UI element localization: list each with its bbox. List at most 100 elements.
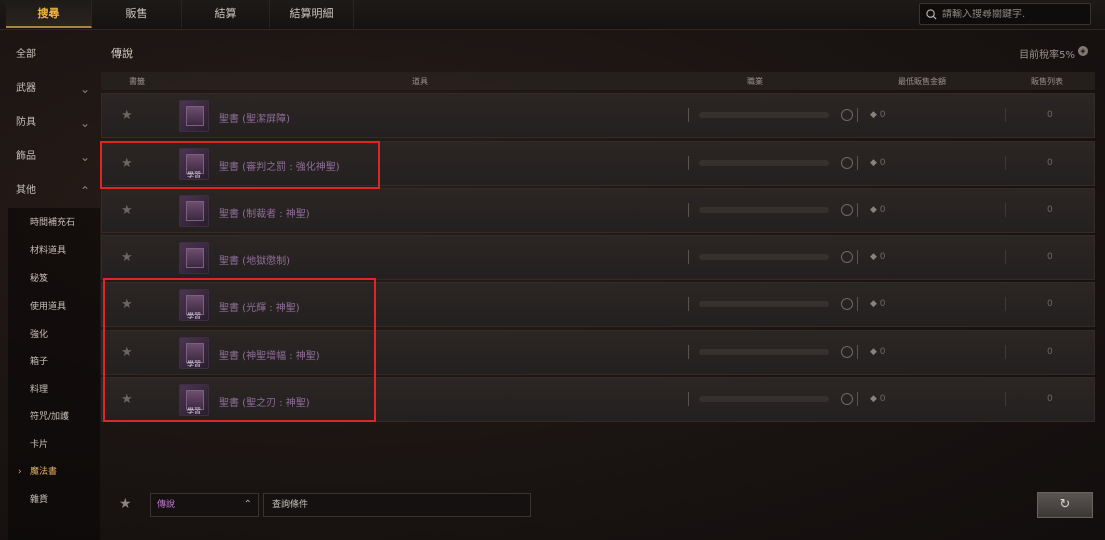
highlight-box: [100, 141, 380, 189]
divider: [1005, 203, 1006, 217]
job-placeholder: [699, 301, 829, 307]
item-name: 聖書 (地獄懲制): [219, 256, 290, 267]
sidebar-item-others[interactable]: 其他 ⌃: [0, 176, 100, 206]
listing-count: 0: [1047, 252, 1053, 262]
spellbook-icon: [179, 100, 209, 132]
divider: [1005, 345, 1006, 359]
price-value: 0: [879, 158, 886, 168]
divider: [1005, 392, 1006, 406]
tab-sell[interactable]: 販售: [92, 0, 182, 28]
search-box[interactable]: [919, 3, 1091, 25]
class-icon: [841, 251, 853, 263]
chevron-down-icon: ⌄: [79, 82, 90, 96]
table-row[interactable]: ★ 聖書 (聖潔屏障) ◆ 00: [101, 93, 1095, 138]
diamond-icon: ◆: [870, 158, 880, 168]
sidebar-subitem[interactable]: 時間補充石: [8, 212, 100, 234]
job-placeholder: [699, 160, 829, 166]
chevron-up-icon: ⌃: [79, 184, 90, 198]
min-price: ◆ 0: [870, 394, 886, 404]
min-price: ◆ 0: [870, 252, 886, 262]
star-icon[interactable]: ★: [121, 108, 133, 123]
diamond-icon: ◆: [870, 110, 880, 120]
sidebar-subitem[interactable]: 雜貨: [8, 489, 100, 511]
star-icon[interactable]: ★: [119, 496, 132, 512]
min-price: ◆ 0: [870, 347, 886, 357]
diamond-icon: ◆: [870, 252, 880, 262]
sidebar-subitem[interactable]: 箱子: [8, 351, 100, 373]
job-cell: [688, 108, 858, 122]
table-row[interactable]: ★ 聖書 (制裁者 : 神聖) ◆ 00: [101, 188, 1095, 233]
price-value: 0: [879, 205, 886, 215]
divider: [1005, 108, 1006, 122]
class-icon: [841, 346, 853, 358]
book-icon: [186, 106, 204, 126]
column-header-job: 職業: [747, 77, 763, 86]
top-bar: 搜尋 販售 結算 結算明細: [0, 0, 1105, 30]
search-input[interactable]: [942, 8, 1082, 20]
grade-select-value: 傳說: [157, 500, 176, 510]
tab-search[interactable]: 搜尋: [6, 0, 92, 28]
table-row[interactable]: ★ 聖書 (地獄懲制) ◆ 0 0: [101, 235, 1095, 280]
tax-rate: 目前稅率5%: [1019, 50, 1075, 61]
listing-count: 0: [1047, 205, 1053, 215]
class-icon: [841, 393, 853, 405]
listing-count: 0: [1047, 110, 1053, 120]
search-icon: [926, 8, 937, 20]
sidebar-subitem[interactable]: 強化: [8, 324, 100, 346]
job-cell: [688, 345, 858, 359]
spellbook-icon: [179, 242, 209, 274]
listing-count: 0: [1047, 394, 1053, 404]
sidebar-item-label: 飾品: [16, 151, 36, 162]
sidebar-subitem[interactable]: 卡片: [8, 434, 100, 456]
tab-settlement-details[interactable]: 結算明細: [270, 0, 354, 28]
job-placeholder: [699, 254, 829, 260]
chevron-down-icon: ⌄: [79, 116, 90, 130]
refresh-button[interactable]: ↻: [1037, 492, 1093, 518]
job-placeholder: [699, 207, 829, 213]
sidebar-subitem[interactable]: 秘笈: [8, 268, 100, 290]
sidebar-subitem[interactable]: 材料道具: [8, 240, 100, 262]
sidebar-subitem[interactable]: 符咒/加護: [8, 406, 100, 428]
chevron-right-icon: ›: [18, 467, 22, 477]
listing-count: 0: [1047, 158, 1053, 168]
sidebar-item-label: 防具: [16, 117, 36, 128]
chevron-down-icon: ⌄: [79, 150, 90, 164]
sidebar-item-weapons[interactable]: 武器 ⌄: [0, 74, 100, 104]
sidebar-item-accessories[interactable]: 飾品 ⌄: [0, 142, 100, 172]
sidebar-subitem-active[interactable]: › 魔法書: [8, 461, 100, 483]
column-header-min-price: 最低販售金額: [898, 77, 946, 86]
diamond-icon: ◆: [870, 347, 880, 357]
job-placeholder: [699, 349, 829, 355]
book-icon: [186, 248, 204, 268]
min-price: ◆ 0: [870, 205, 886, 215]
job-cell: [688, 156, 858, 170]
job-cell: [688, 392, 858, 406]
star-icon[interactable]: ★: [121, 250, 133, 265]
tab-settlement[interactable]: 結算: [182, 0, 270, 28]
job-placeholder: [699, 112, 829, 118]
chevron-up-icon: ⌃: [243, 499, 252, 510]
page-title: 傳說: [111, 47, 133, 60]
coin-icon: ◈: [1078, 46, 1088, 56]
item-name: 聖書 (聖潔屏障): [219, 114, 290, 125]
listing-count: 0: [1047, 347, 1053, 357]
spellbook-icon: [179, 195, 209, 227]
refresh-icon: ↻: [1059, 497, 1071, 512]
job-cell: [688, 297, 858, 311]
column-header-bookmark: 書籤: [129, 77, 145, 86]
book-icon: [186, 201, 204, 221]
min-price: ◆ 0: [870, 110, 886, 120]
listing-count: 0: [1047, 299, 1053, 309]
sidebar-subitem[interactable]: 使用道具: [8, 296, 100, 318]
star-icon[interactable]: ★: [121, 203, 133, 218]
sidebar-subitem[interactable]: 料理: [8, 379, 100, 401]
query-condition-input[interactable]: 查詢條件: [263, 493, 531, 517]
divider: [1005, 156, 1006, 170]
sidebar-item-armor[interactable]: 防具 ⌄: [0, 108, 100, 138]
grade-select[interactable]: 傳說 ⌃: [150, 493, 259, 517]
sidebar-item-all[interactable]: 全部: [0, 40, 100, 70]
class-icon: [841, 157, 853, 169]
price-value: 0: [879, 110, 886, 120]
divider: [1005, 250, 1006, 264]
class-icon: [841, 109, 853, 121]
